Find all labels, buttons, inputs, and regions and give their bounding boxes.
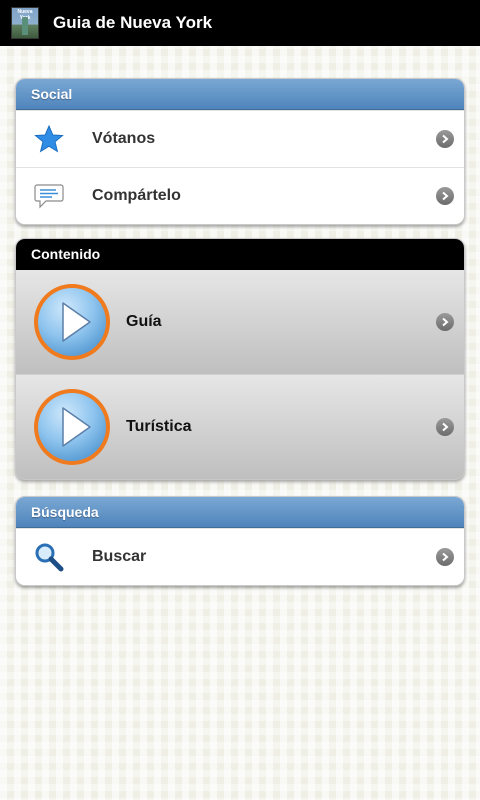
play-icon — [34, 389, 110, 465]
vote-label: Vótanos — [92, 130, 156, 147]
chevron-right-icon — [436, 418, 454, 436]
contenido-header: Contenido — [16, 239, 464, 270]
share-label: Compártelo — [92, 187, 181, 204]
social-header: Social — [16, 79, 464, 110]
chevron-right-icon — [436, 187, 454, 205]
turistica-label: Turística — [126, 418, 192, 435]
contenido-section: Contenido Guía Turística — [15, 238, 465, 480]
title-bar: Nueva York Guia de Nueva York — [0, 0, 480, 46]
social-section: Social Vótanos Compártelo — [15, 78, 465, 225]
magnifier-icon — [32, 540, 66, 574]
search-label: Buscar — [92, 548, 147, 565]
search-item[interactable]: Buscar — [16, 528, 464, 585]
turistica-item[interactable]: Turística — [16, 374, 464, 479]
app-icon: Nueva York — [11, 7, 39, 39]
share-item[interactable]: Compártelo — [16, 167, 464, 224]
busqueda-section: Búsqueda Buscar — [15, 496, 465, 586]
chevron-right-icon — [436, 313, 454, 331]
guia-label: Guía — [126, 313, 162, 330]
star-icon — [32, 122, 66, 156]
chevron-right-icon — [436, 130, 454, 148]
play-icon — [34, 284, 110, 360]
chevron-right-icon — [436, 548, 454, 566]
chat-bubble-icon — [32, 179, 66, 213]
guia-item[interactable]: Guía — [16, 270, 464, 374]
busqueda-header: Búsqueda — [16, 497, 464, 528]
vote-item[interactable]: Vótanos — [16, 110, 464, 167]
app-title: Guia de Nueva York — [53, 13, 213, 32]
